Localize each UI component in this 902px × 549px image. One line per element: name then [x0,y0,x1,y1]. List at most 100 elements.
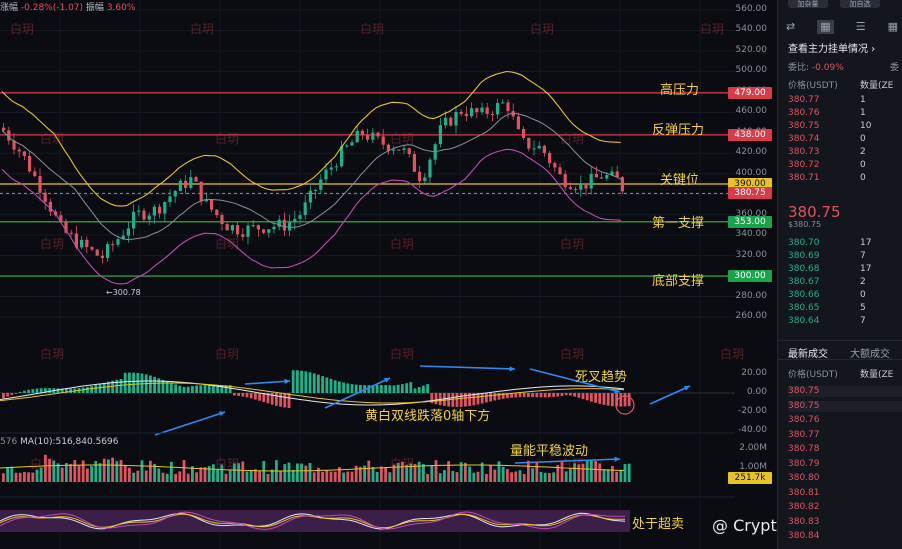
bid-price[interactable]: 380.70 [788,238,860,249]
volume-bar [170,461,173,482]
candle-body [262,229,266,233]
volume-bar [266,473,270,482]
volume-bar [98,463,102,482]
candle-body [267,229,271,233]
volume-bar [476,471,480,482]
volume-bar [128,467,131,482]
macd-histogram-bar [308,372,312,393]
macd-histogram-bar [191,386,194,393]
candle-body [594,174,598,178]
macd-histogram-bar [153,376,156,393]
bid-row: 380.69 7 [788,251,902,262]
macd-histogram-bar [548,393,551,398]
macd-histogram-bar [480,393,484,404]
volume-bar [594,460,597,482]
candle-body [522,129,526,138]
ask-row: 380.72 0 [788,160,902,171]
price-axis-label: 280.00 [735,290,768,301]
macd-histogram-bar [485,393,488,403]
ask-row: 380.75 10 [788,121,902,132]
volume-bar [548,473,551,482]
volume-bar [149,460,152,482]
macd-axis-label: 20.00 [741,368,767,378]
volume-bar [325,470,329,482]
candle-body [298,215,302,219]
candle-body [516,116,520,130]
trend-arrow-head [284,378,290,384]
volume-bar [447,461,450,482]
candle-body [308,190,312,203]
amplitude-value: 3.60% [106,3,136,13]
bid-row: 380.65 5 [788,303,902,314]
candlestick-chart[interactable]: 涨幅 -0.28%(-1.07) 振幅 3.60% 560.00 540.00 52… [0,0,819,549]
bid-price[interactable]: 380.68 [788,264,860,275]
candle-body [496,103,500,115]
macd-histogram-bar [123,372,127,393]
price-axis-label: 340.00 [735,229,768,240]
change-label: 涨幅 [0,3,19,13]
bid-price[interactable]: 380.66 [788,290,860,301]
candle-body [402,148,406,150]
ask-price[interactable]: 380.74 [788,134,860,145]
ask-qty: 0 [860,134,866,144]
macd-histogram-bar [380,384,383,393]
annotation-dead-cross: 死叉趋势 [575,370,628,385]
macd-histogram-bar [249,393,253,399]
macd-histogram-bar [556,393,560,397]
settings-icon[interactable]: ▦ [888,20,898,34]
ask-price[interactable]: 380.75 [788,121,860,132]
candle-body [542,145,546,153]
volume-bar [174,473,177,482]
volume-bar [27,472,30,482]
trend-arrow-head [509,366,515,372]
macd-histogram-bar [581,393,585,400]
top-button-1[interactable]: 加杂量 [788,0,828,8]
ask-price[interactable]: 380.77 [788,95,860,106]
candle-body [501,102,505,104]
trend-arrow [649,385,691,405]
bid-price[interactable]: 380.67 [788,277,860,288]
order-ratio: 委比: -0.09% [788,63,844,73]
ask-price[interactable]: 380.76 [788,108,860,119]
bid-qty: 17 [860,238,872,248]
grid-icon[interactable]: ▦ [817,20,834,34]
ask-price[interactable]: 380.72 [788,160,860,171]
main-order-link[interactable]: 查看主力挂单情况 › [788,40,875,55]
tab-large-trades[interactable]: 大额成交 [850,345,890,360]
volume-bar [388,472,392,482]
bid-price[interactable]: 380.65 [788,303,860,314]
macd-histogram-bar [203,385,207,393]
volume-ma-label: 576 MA(10):516,840.5696 [0,437,119,447]
tab-latest-trades[interactable]: 最新成交 [788,345,828,360]
list-icon[interactable]: ☰ [856,20,866,34]
volume-bar [81,460,85,482]
volume-bar [539,471,543,482]
switch-icon[interactable]: ⇄ [786,20,795,34]
candle-body [116,239,120,245]
volume-bar [627,463,631,482]
ask-price[interactable]: 380.71 [788,173,860,184]
volume-bar [14,472,18,482]
last-price-usd: $380.75 [788,220,822,229]
macd-histogram-bar [161,379,165,393]
volume-bar [611,466,614,482]
volume-bar [77,465,81,482]
macd-histogram-bar [409,382,413,393]
macd-histogram-bar [149,375,152,393]
macd-histogram-bar [535,393,539,398]
macd-histogram-bar [602,393,606,405]
macd-histogram-bar [233,393,236,396]
macd-histogram-bar [325,377,329,393]
watermark-text: 白玥 [530,22,555,36]
bid-price[interactable]: 380.64 [788,316,860,327]
volume-bar [144,470,148,482]
bid-price[interactable]: 380.69 [788,251,860,262]
ask-price[interactable]: 380.73 [788,147,860,158]
volume-bar [136,470,140,482]
top-button-2[interactable]: 加自选 [840,0,880,8]
volume-bar [619,469,623,482]
volume-bar [522,473,526,482]
level-tag: 479.00 [728,86,772,99]
macd-histogram-bar [627,393,631,407]
macd-histogram-bar [333,380,337,393]
